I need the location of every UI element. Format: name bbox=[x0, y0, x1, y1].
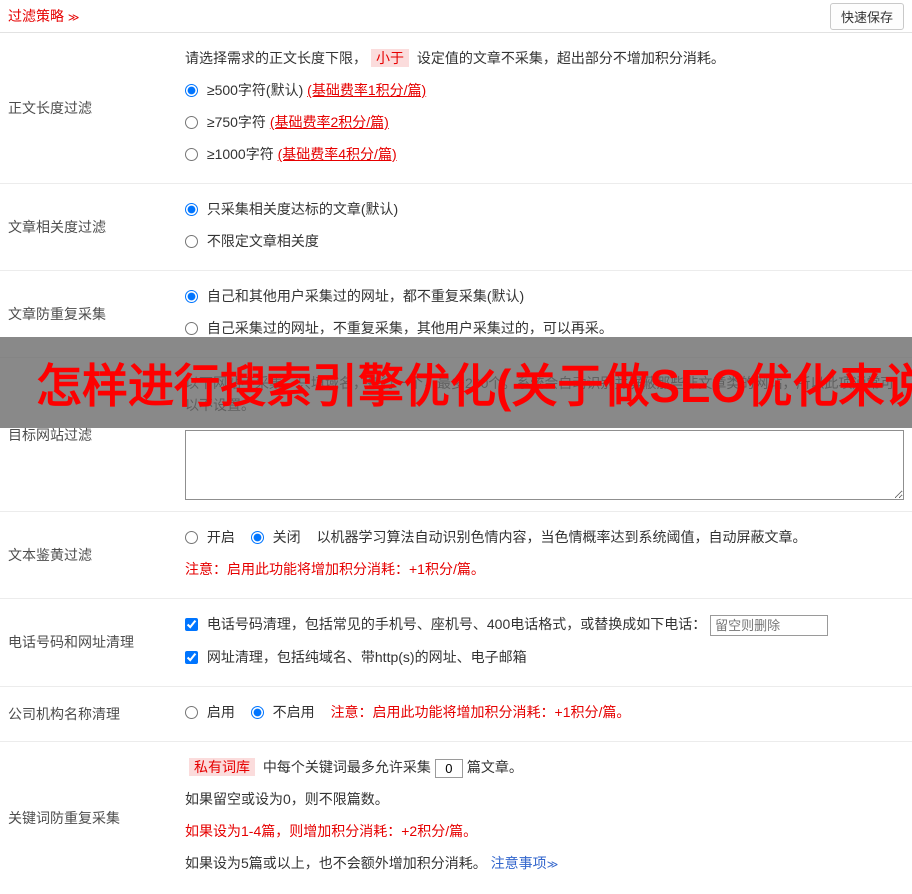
option-text: 只采集相关度达标的文章(默认) bbox=[206, 201, 399, 217]
keyword-note-five: 如果设为5篇或以上，也不会额外增加积分消耗。 bbox=[185, 854, 487, 871]
keyword-note-cost: 如果设为1-4篇，则增加积分消耗：+2积分/篇。 bbox=[185, 822, 478, 839]
section-content-length: 正文长度过滤 请选择需求的正文长度下限， 小于 设定值的文章不采集，超出部分不增加… bbox=[0, 33, 912, 184]
row-label-relevance: 文章相关度过滤 bbox=[8, 219, 106, 235]
company-radio-disable[interactable] bbox=[250, 705, 264, 719]
intro-text: 设定值的文章不采集，超出部分不增加积分消耗。 bbox=[413, 50, 725, 66]
length-option-750[interactable]: ≥750字符 (基础费率2积分/篇) bbox=[185, 111, 904, 133]
section-porn-filter: 文本鉴黄过滤 开启 关闭 以机器学习算法自动识别色情内容，当色情概率达到系统阈值… bbox=[0, 512, 912, 599]
relevance-radio-default[interactable] bbox=[185, 203, 198, 216]
option-text: ≥500字符(默认) bbox=[206, 82, 308, 98]
notice-link[interactable]: 注意事项≫ bbox=[491, 855, 559, 871]
relevance-option-default[interactable]: 只采集相关度达标的文章(默认) bbox=[185, 198, 904, 220]
porn-option-off[interactable]: 关闭 bbox=[250, 529, 305, 545]
replacement-phone-input[interactable] bbox=[710, 614, 829, 636]
option-text: 关闭 bbox=[272, 529, 301, 545]
company-option-disable[interactable]: 不启用 bbox=[250, 703, 319, 720]
row-label-phone-url-clean: 电话号码和网址清理 bbox=[8, 634, 134, 651]
length-radio-750[interactable] bbox=[185, 116, 198, 129]
relevance-option-any[interactable]: 不限定文章相关度 bbox=[185, 230, 904, 252]
option-text: 网址清理，包括纯域名、带http(s)的网址、电子邮箱 bbox=[206, 648, 527, 665]
length-option-500[interactable]: ≥500字符(默认) (基础费率1积分/篇) bbox=[185, 79, 904, 101]
dedupe-radio-all-users[interactable] bbox=[185, 290, 198, 303]
overlay-banner: 怎样进行搜索引擎优化(关于做SEO优化来说 bbox=[0, 337, 912, 428]
option-text: ≥750字符 bbox=[206, 114, 270, 130]
option-text: 自己和其他用户采集过的网址，都不重复采集(默认) bbox=[206, 288, 525, 304]
overlay-banner-text: 怎样进行搜索引擎优化(关于做SEO优化来说 bbox=[36, 359, 912, 412]
quick-save-button[interactable]: 快速保存 bbox=[829, 2, 904, 30]
option-rate: (基础费率4积分/篇) bbox=[277, 146, 397, 162]
row-label-content-length: 正文长度过滤 bbox=[8, 100, 92, 116]
option-text: 自己采集过的网址，不重复采集，其他用户采集过的，可以再采。 bbox=[206, 320, 613, 336]
option-rate: (基础费率1积分/篇) bbox=[307, 82, 427, 98]
dedupe-option-self-only[interactable]: 自己采集过的网址，不重复采集，其他用户采集过的，可以再采。 bbox=[185, 317, 904, 339]
relevance-radio-any[interactable] bbox=[185, 235, 198, 248]
dedupe-radio-self-only[interactable] bbox=[185, 322, 198, 335]
page-title-text: 过滤策略 bbox=[8, 8, 64, 24]
excluded-sites-textarea[interactable] bbox=[185, 430, 904, 500]
keyword-text: 篇文章。 bbox=[466, 758, 523, 775]
section-relevance: 文章相关度过滤 只采集相关度达标的文章(默认) 不限定文章相关度 bbox=[0, 184, 912, 271]
length-intro: 请选择需求的正文长度下限， 小于 设定值的文章不采集，超出部分不增加积分消耗。 bbox=[185, 47, 904, 69]
phone-clean-option[interactable]: 电话号码清理，包括常见的手机号、座机号、400电话格式，或替换成如下电话： bbox=[185, 616, 710, 632]
row-label-company-clean: 公司机构名称清理 bbox=[8, 705, 120, 722]
company-option-enable[interactable]: 启用 bbox=[185, 704, 239, 720]
keyword-text: 中每个关键词最多允许采集 bbox=[259, 758, 431, 775]
url-clean-checkbox[interactable] bbox=[185, 650, 198, 664]
length-radio-1000[interactable] bbox=[185, 148, 198, 161]
option-text: 电话号码清理，包括常见的手机号、座机号、400电话格式，或替换成如下电话： bbox=[206, 616, 707, 632]
chevron-down-icon: ≫ bbox=[67, 12, 80, 24]
option-text: 不限定文章相关度 bbox=[206, 233, 319, 249]
phone-clean-checkbox[interactable] bbox=[185, 618, 198, 631]
company-cost-note: 注意：启用此功能将增加积分消耗：+1积分/篇。 bbox=[330, 703, 631, 720]
porn-option-on[interactable]: 开启 bbox=[185, 529, 239, 545]
section-keyword-dedupe: 关键词防重复采集 私有词库 中每个关键词最多允许采集 篇文章。 如果留空或设为0，… bbox=[0, 742, 912, 894]
section-phone-url-clean: 电话号码和网址清理 电话号码清理，包括常见的手机号、座机号、400电话格式，或替… bbox=[0, 599, 912, 687]
row-label-keyword-dedupe: 关键词防重复采集 bbox=[8, 809, 120, 826]
keyword-max-count-input[interactable] bbox=[434, 758, 463, 778]
option-text: 开启 bbox=[206, 529, 235, 545]
dedupe-option-all-users[interactable]: 自己和其他用户采集过的网址，都不重复采集(默认) bbox=[185, 285, 904, 307]
length-radio-500[interactable] bbox=[185, 84, 198, 97]
company-radio-enable[interactable] bbox=[185, 705, 198, 719]
intro-text: 请选择需求的正文长度下限， bbox=[185, 50, 367, 66]
porn-radio-on[interactable] bbox=[185, 531, 198, 544]
top-bar: 过滤策略 ≫ 快速保存 bbox=[0, 0, 912, 33]
section-company-clean: 公司机构名称清理 启用 不启用 注意：启用此功能将增加积分消耗：+1积分/篇。 bbox=[0, 687, 912, 742]
porn-cost-note: 注意：启用此功能将增加积分消耗：+1积分/篇。 bbox=[185, 561, 485, 577]
row-label-porn-filter: 文本鉴黄过滤 bbox=[8, 547, 92, 563]
option-text: 启用 bbox=[206, 703, 235, 720]
option-text: ≥1000字符 bbox=[206, 146, 278, 162]
keyword-note-zero: 如果留空或设为0，则不限篇数。 bbox=[185, 790, 389, 807]
option-rate: (基础费率2积分/篇) bbox=[269, 114, 389, 130]
porn-radio-off[interactable] bbox=[250, 531, 264, 544]
url-clean-option[interactable]: 网址清理，包括纯域名、带http(s)的网址、电子邮箱 bbox=[185, 649, 527, 665]
length-option-1000[interactable]: ≥1000字符 (基础费率4积分/篇) bbox=[185, 143, 904, 165]
porn-desc: 以机器学习算法自动识别色情内容，当色情概率达到系统阈值，自动屏蔽文章。 bbox=[316, 529, 807, 545]
chevron-down-icon: ≫ bbox=[546, 858, 559, 871]
less-than-tag: 小于 bbox=[371, 49, 409, 67]
option-text: 不启用 bbox=[272, 703, 315, 720]
page-title[interactable]: 过滤策略 ≫ bbox=[8, 6, 79, 26]
private-lexicon-tag: 私有词库 bbox=[189, 757, 255, 776]
